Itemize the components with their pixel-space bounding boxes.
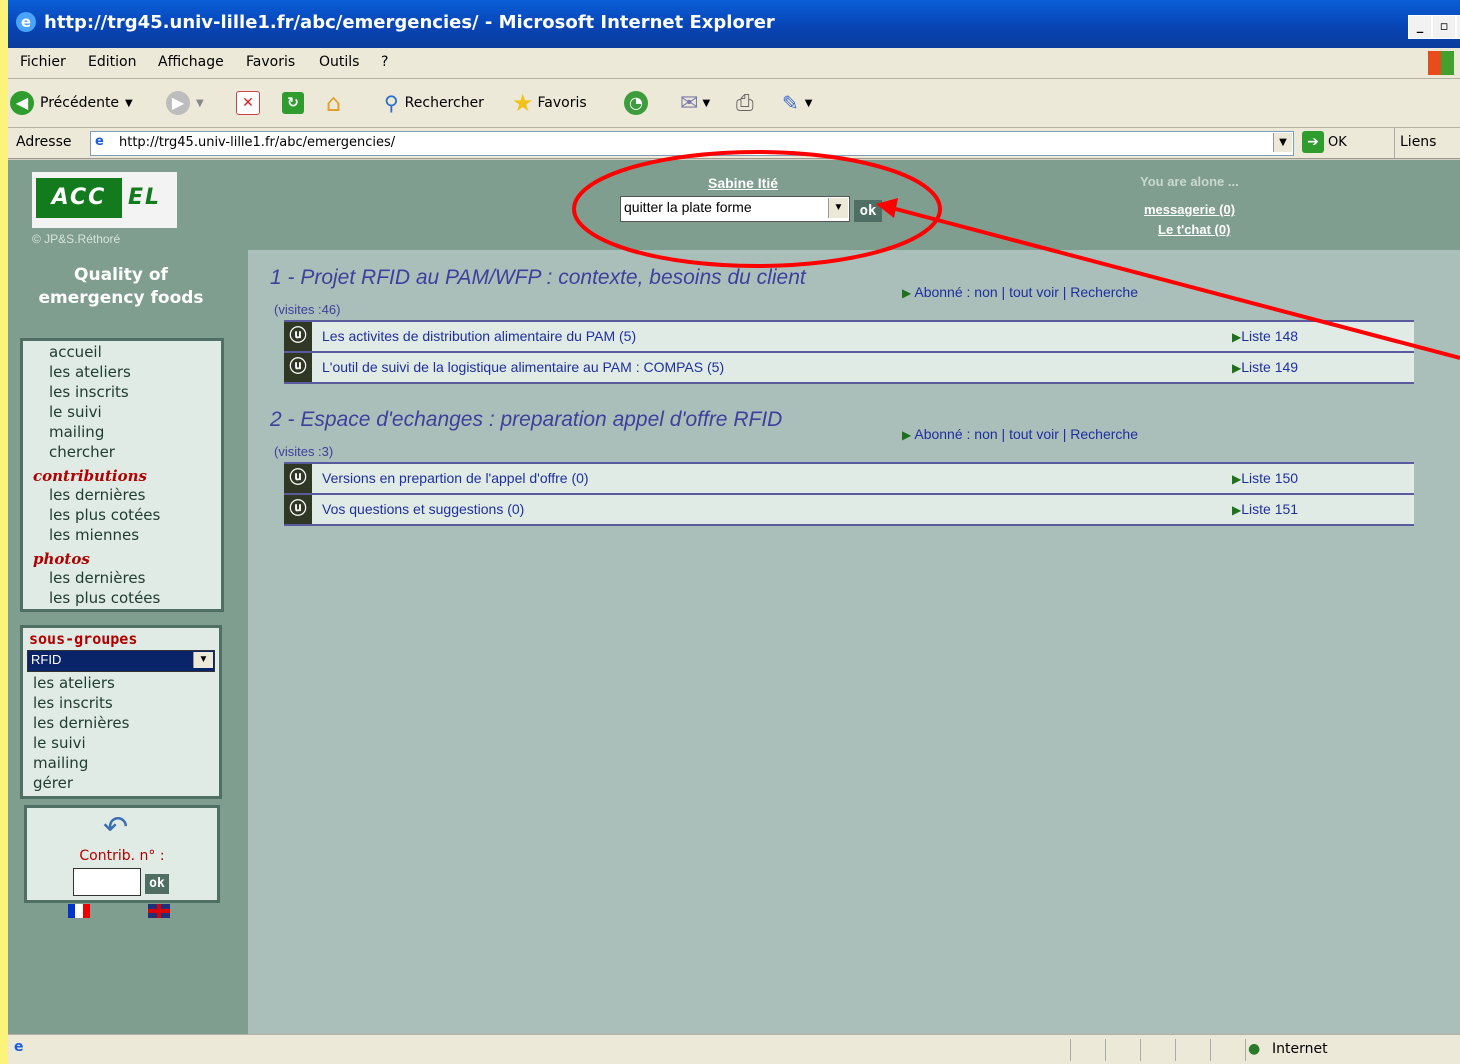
pointer-arrowhead xyxy=(876,198,898,218)
annotation-overlay xyxy=(572,150,1460,360)
pointer-arrow-line xyxy=(891,206,1460,360)
